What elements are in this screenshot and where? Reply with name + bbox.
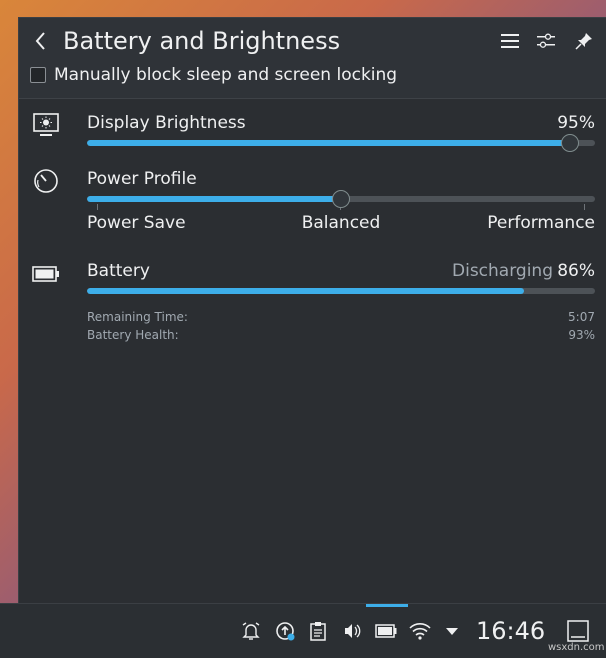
configure-button[interactable] [533, 28, 559, 54]
battery-row-icon [31, 261, 61, 287]
battery-brightness-popup: Battery and Brightness Manually block sl… [18, 17, 606, 604]
show-desktop-icon [567, 620, 589, 642]
remaining-time-label: Remaining Time: [87, 310, 188, 324]
back-button[interactable] [31, 28, 51, 54]
power-profile-tick [584, 204, 585, 210]
clipboard-icon [310, 622, 326, 641]
speedometer-icon [34, 169, 58, 193]
tray-volume-button[interactable] [341, 620, 363, 642]
power-profile-label: Power Profile [87, 169, 197, 189]
tray-expand-arrow-icon [446, 628, 458, 635]
battery-percent: 86% [557, 261, 595, 281]
brightness-value: 95% [557, 113, 595, 133]
tray-expand-button[interactable] [441, 620, 463, 642]
monitor-brightness-icon [33, 113, 59, 136]
power-profile-option-performance[interactable]: Performance [465, 212, 595, 234]
configure-sliders-icon [537, 33, 555, 48]
power-profile-tick [97, 204, 98, 210]
menu-button[interactable] [497, 28, 523, 54]
brightness-slider-track[interactable] [87, 140, 595, 146]
wifi-icon [409, 623, 431, 640]
power-profile-row-icon [31, 168, 61, 194]
power-profile-slider-handle[interactable] [332, 190, 350, 208]
brightness-row-icon [31, 112, 61, 138]
watermark-text: wsxdn.com [548, 642, 605, 653]
brightness-label: Display Brightness [87, 113, 246, 133]
pin-icon [575, 33, 592, 50]
digital-clock[interactable]: 16:46 [476, 616, 545, 646]
tray-alarm-button[interactable] [240, 620, 262, 642]
brightness-slider-fill [87, 140, 570, 146]
popup-title: Battery and Brightness [63, 27, 341, 55]
popup-header: Battery and Brightness Manually block sl… [19, 18, 606, 99]
pin-button[interactable] [571, 28, 597, 54]
hamburger-menu-icon [501, 34, 519, 48]
volume-icon [345, 624, 361, 638]
updates-icon [276, 622, 295, 641]
battery-level-bar [87, 288, 595, 294]
inhibit-checkbox[interactable] [30, 67, 46, 83]
battery-icon [32, 266, 59, 282]
tray-wifi-button[interactable] [409, 620, 431, 642]
power-profile-slider-fill [87, 196, 341, 202]
remaining-time-value: 5:07 [568, 310, 595, 324]
battery-tray-icon [375, 624, 397, 638]
battery-label: Battery [87, 261, 150, 281]
tray-updates-button[interactable] [274, 620, 296, 642]
show-desktop-button[interactable] [565, 618, 591, 644]
chevron-left-icon [35, 32, 45, 50]
inhibit-label: Manually block sleep and screen locking [54, 65, 398, 85]
power-profile-option-power-save[interactable]: Power Save [87, 212, 186, 234]
battery-health-value: 93% [568, 328, 595, 342]
battery-health-label: Battery Health: [87, 328, 179, 342]
active-tray-indicator [366, 604, 408, 607]
power-profile-option-balanced[interactable]: Balanced [291, 212, 391, 234]
battery-status: Discharging [452, 261, 553, 281]
brightness-slider-handle[interactable] [560, 134, 579, 152]
taskbar: 16:46 [0, 603, 606, 658]
inhibit-checkbox-row[interactable]: Manually block sleep and screen locking [30, 65, 397, 85]
tray-battery-button[interactable] [375, 620, 397, 642]
battery-level-fill [87, 288, 524, 294]
tray-clipboard-button[interactable] [307, 620, 329, 642]
alarm-icon [242, 622, 260, 640]
